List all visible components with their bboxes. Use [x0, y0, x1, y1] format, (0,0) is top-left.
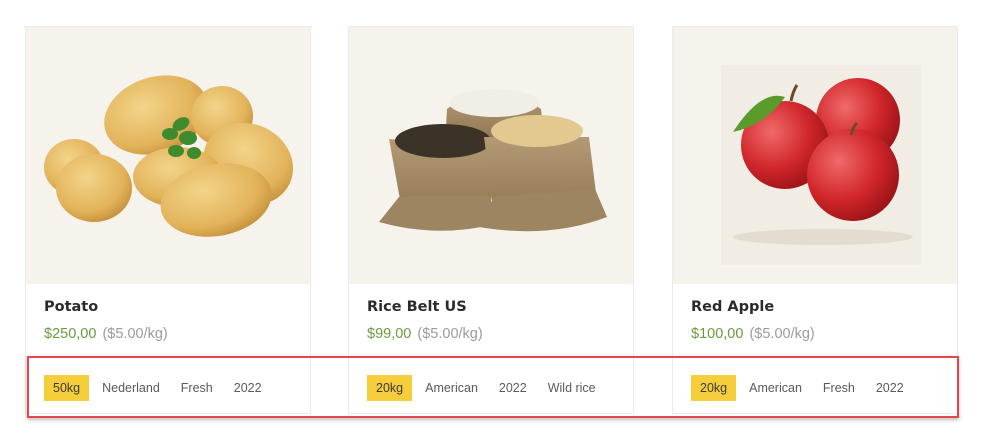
- price-row: $100,00 ($5.00/kg): [691, 326, 815, 342]
- product-title[interactable]: Potato: [44, 299, 98, 315]
- unit-price: ($5.00/kg): [102, 326, 168, 342]
- unit-price: ($5.00/kg): [749, 326, 815, 342]
- origin-tag[interactable]: American: [749, 381, 802, 395]
- product-image-potato[interactable]: [26, 27, 310, 284]
- product-tags: 50kg Nederland Fresh 2022: [44, 375, 283, 401]
- product-tags: 20kg American Fresh 2022: [691, 375, 925, 401]
- product-image-rice[interactable]: [349, 27, 633, 284]
- weight-tag[interactable]: 50kg: [44, 375, 90, 401]
- product-price: $99,00: [367, 326, 412, 342]
- product-title[interactable]: Rice Belt US: [367, 299, 467, 315]
- rice-sacks-icon: [379, 89, 607, 232]
- weight-tag[interactable]: 20kg: [367, 375, 413, 401]
- product-image-apple[interactable]: [673, 27, 957, 284]
- year-tag[interactable]: 2022: [234, 381, 262, 395]
- product-price: $100,00: [691, 326, 744, 342]
- product-price: $250,00: [44, 326, 97, 342]
- product-title[interactable]: Red Apple: [691, 299, 774, 315]
- origin-tag[interactable]: American: [425, 381, 478, 395]
- origin-tag[interactable]: Nederland: [102, 381, 160, 395]
- red-apple-icon: [721, 65, 921, 265]
- price-row: $99,00 ($5.00/kg): [367, 326, 483, 342]
- attribute-tag[interactable]: Fresh: [181, 381, 213, 395]
- product-card-potato[interactable]: Potato $250,00 ($5.00/kg) 50kg Nederland…: [25, 26, 311, 414]
- unit-price: ($5.00/kg): [417, 326, 483, 342]
- year-tag[interactable]: 2022: [499, 381, 527, 395]
- year-tag[interactable]: 2022: [876, 381, 904, 395]
- product-card-rice[interactable]: Rice Belt US $99,00 ($5.00/kg) 20kg Amer…: [348, 26, 634, 414]
- weight-tag[interactable]: 20kg: [691, 375, 737, 401]
- product-card-apple[interactable]: Red Apple $100,00 ($5.00/kg) 20kg Americ…: [672, 26, 958, 414]
- product-tags: 20kg American 2022 Wild rice: [367, 375, 617, 401]
- attribute-tag[interactable]: Wild rice: [548, 381, 596, 395]
- attribute-tag[interactable]: Fresh: [823, 381, 855, 395]
- price-row: $250,00 ($5.00/kg): [44, 326, 168, 342]
- potato-icon: [44, 75, 293, 237]
